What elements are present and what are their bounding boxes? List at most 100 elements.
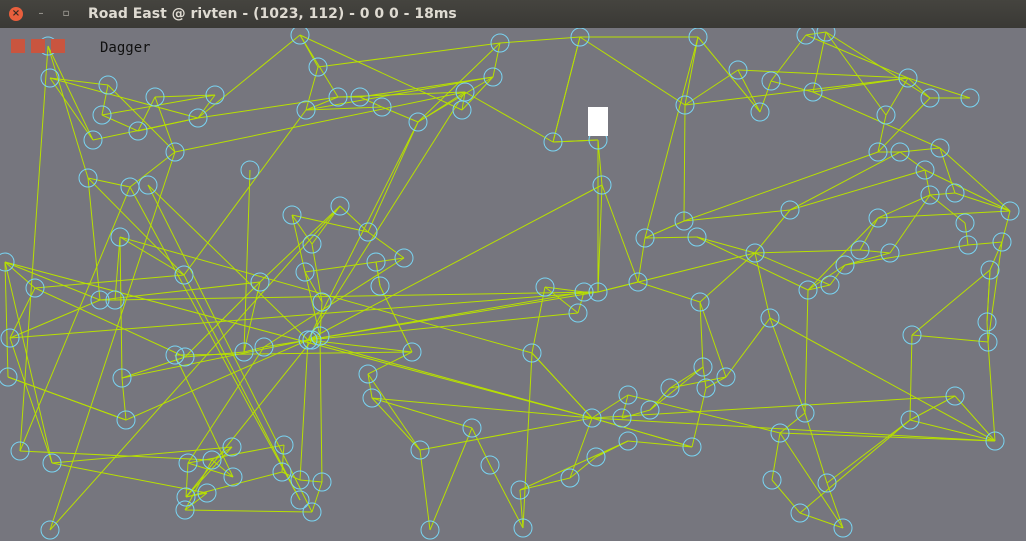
graph-edge: [597, 184, 603, 293]
graph-edge: [317, 42, 501, 68]
graph-edge: [259, 205, 341, 283]
graph-edge: [339, 205, 369, 233]
window-titlebar: × – ▫ Road East @ rivten - (1023, 112) -…: [0, 0, 1026, 28]
graph-edge: [371, 397, 421, 451]
graph-edge: [737, 69, 761, 113]
graph-edge: [1001, 210, 1011, 243]
graph-edge: [759, 80, 772, 113]
graph-edge: [419, 417, 593, 451]
graph-edge: [859, 249, 891, 254]
graph-edge: [899, 151, 926, 171]
navigation-graph: [0, 28, 1020, 540]
graph-edge: [683, 104, 686, 222]
graph-node: [796, 28, 816, 45]
graph-edge: [299, 479, 323, 483]
graph-edge: [799, 512, 844, 529]
graph-edge: [771, 479, 801, 514]
graph-edge: [552, 139, 599, 143]
graph-edge: [531, 352, 593, 419]
graph-edge: [579, 36, 686, 106]
graph-edge: [319, 335, 323, 483]
graph-edge: [311, 481, 323, 513]
graph-edge: [49, 151, 176, 531]
graph-edge: [34, 274, 185, 289]
graph-edge: [197, 96, 339, 119]
graph-edge: [597, 252, 756, 293]
window-title: Road East @ rivten - (1023, 112) - 0 0 0…: [88, 6, 457, 22]
graph-edge: [367, 121, 419, 233]
graph-edge: [47, 45, 89, 179]
graph-edge: [174, 351, 413, 356]
graph-edge: [464, 91, 554, 143]
graph-edge: [929, 194, 966, 224]
life-block: [51, 39, 65, 53]
graph-edge: [804, 289, 809, 414]
graph-edge: [770, 80, 814, 93]
graph-edge: [471, 427, 491, 466]
life-block: [11, 39, 25, 53]
maximize-icon[interactable]: ▫: [59, 7, 73, 21]
player-sprite: [588, 107, 608, 136]
graph-edge: [644, 36, 699, 239]
graph-edge: [699, 301, 704, 368]
graph-edge: [185, 471, 283, 498]
graph-edge: [519, 440, 629, 491]
graph-edge: [907, 77, 931, 99]
graph-edge: [899, 147, 941, 153]
weapon-label: Dagger: [100, 40, 151, 56]
graph-edge: [649, 366, 704, 411]
graph-edge: [304, 271, 321, 337]
graph-edge: [183, 109, 307, 276]
graph-edge: [184, 509, 313, 513]
graph-edge: [725, 317, 771, 378]
graph-edge: [183, 274, 301, 501]
close-icon[interactable]: ×: [9, 7, 23, 21]
graph-edge: [499, 36, 581, 44]
life-block: [31, 39, 45, 53]
graph-edge: [307, 339, 413, 353]
graph-edge: [684, 77, 909, 106]
graph-edge: [929, 192, 956, 196]
graph-edge: [684, 36, 699, 106]
game-viewport[interactable]: Dagger: [0, 28, 1026, 541]
graph-edge: [375, 257, 405, 263]
graph-edge: [789, 151, 901, 211]
graph-edge: [986, 269, 991, 323]
graph-edge: [601, 184, 639, 283]
graph-edge: [924, 169, 931, 196]
graph-edge: [552, 36, 581, 143]
graph-edge: [911, 334, 989, 343]
graph-edge: [489, 464, 524, 529]
graph-edge: [885, 77, 909, 116]
graph-edge: [909, 395, 956, 421]
graph-edge: [185, 462, 189, 498]
graph-edge: [101, 114, 139, 132]
minimize-icon[interactable]: –: [34, 7, 48, 21]
graph-edge: [644, 236, 698, 239]
graph-edge: [644, 220, 685, 239]
graph-edge: [305, 106, 383, 111]
graph-edge: [987, 341, 996, 442]
graph-edge: [829, 264, 846, 286]
graph-edge: [101, 84, 109, 116]
graph-edge: [826, 419, 911, 484]
graph-edge: [299, 339, 309, 481]
graph-edge: [754, 252, 831, 286]
graph-node: [816, 28, 836, 42]
graph-edge: [307, 291, 585, 341]
graph-edge: [877, 210, 1011, 219]
graph-edge: [967, 241, 1003, 246]
graph-edge: [429, 427, 473, 531]
graph-edge: [597, 139, 603, 186]
graph-edge: [804, 412, 828, 484]
graph-edge: [87, 177, 131, 188]
graph-edge: [4, 261, 9, 378]
graph-edge: [263, 257, 405, 348]
graph-edge: [19, 186, 131, 452]
graph-edge: [769, 317, 806, 414]
graph-edge: [147, 184, 313, 513]
graph-edge: [637, 281, 701, 303]
graph-edge: [771, 432, 781, 481]
graph-edge: [522, 352, 533, 529]
graph-edge: [621, 409, 651, 419]
